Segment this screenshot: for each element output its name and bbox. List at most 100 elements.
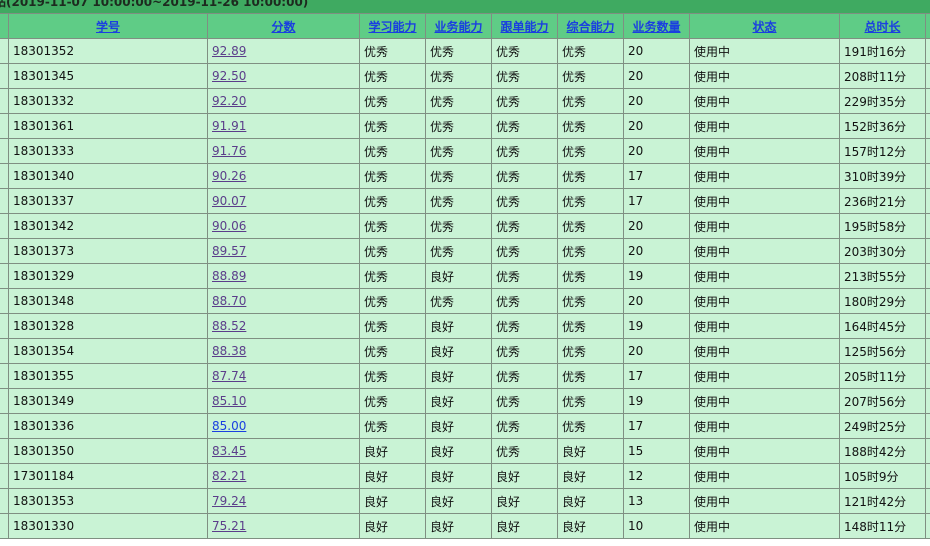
score-link[interactable]: 88.89 [212,269,246,283]
sort-link-study-ability[interactable]: 学习能力 [368,20,416,34]
score-cell[interactable]: 85.10 [207,388,360,414]
score-cell[interactable]: 87.74 [207,363,360,389]
business-ability-cell: 优秀 [425,63,492,89]
status-cell: 使用中 [689,113,840,139]
score-link[interactable]: 92.50 [212,69,246,83]
score-cell[interactable]: 82.21 [207,463,360,489]
follow-ability-cell: 优秀 [491,38,558,64]
business-ability-cell: 良好 [425,488,492,514]
study-ability-cell: 优秀 [359,163,426,189]
status-cell: 使用中 [689,38,840,64]
score-link[interactable]: 85.00 [212,419,246,433]
score-link[interactable]: 88.52 [212,319,246,333]
column-header-study-ability[interactable]: 学习能力 [359,13,426,39]
business-count-cell: 20 [623,288,690,314]
score-cell[interactable]: 89.57 [207,238,360,264]
row-edge-right [925,413,930,439]
score-link[interactable]: 91.91 [212,119,246,133]
total-duration-cell: 125时56分 [839,338,926,364]
score-link[interactable]: 79.24 [212,494,246,508]
score-link[interactable]: 88.38 [212,344,246,358]
sort-link-follow-ability[interactable]: 跟单能力 [500,20,548,34]
score-cell[interactable]: 79.24 [207,488,360,514]
score-cell[interactable]: 88.38 [207,338,360,364]
student-id-cell: 18301329 [8,263,208,289]
column-header-status[interactable]: 状态 [689,13,840,39]
score-link[interactable]: 82.21 [212,469,246,483]
status-cell: 使用中 [689,213,840,239]
score-cell[interactable]: 90.26 [207,163,360,189]
overall-ability-cell: 优秀 [557,38,624,64]
follow-ability-cell: 优秀 [491,263,558,289]
score-cell[interactable]: 91.91 [207,113,360,139]
score-link[interactable]: 92.89 [212,44,246,58]
score-link[interactable]: 90.07 [212,194,246,208]
score-link[interactable]: 91.76 [212,144,246,158]
sort-link-overall-ability[interactable]: 综合能力 [566,20,614,34]
row-edge-left [0,238,9,264]
score-link[interactable]: 89.57 [212,244,246,258]
row-edge-left [0,388,9,414]
study-ability-cell: 优秀 [359,213,426,239]
column-header-student-id[interactable]: 学号 [8,13,208,39]
report-viewport: 站(2019-11-07 10:00:00~2019-11-26 10:00:0… [0,0,930,546]
business-count-cell: 19 [623,313,690,339]
score-cell[interactable]: 85.00 [207,413,360,439]
sort-link-score[interactable]: 分数 [271,20,295,34]
column-header-overall-ability[interactable]: 综合能力 [557,13,624,39]
score-cell[interactable]: 92.50 [207,63,360,89]
row-edge-left [0,188,9,214]
sort-link-business-ability[interactable]: 业务能力 [434,20,482,34]
score-link[interactable]: 87.74 [212,369,246,383]
column-header-score[interactable]: 分数 [207,13,360,39]
business-count-cell: 12 [623,463,690,489]
overall-ability-cell: 优秀 [557,238,624,264]
score-link[interactable]: 90.06 [212,219,246,233]
row-edge-left [0,138,9,164]
score-cell[interactable]: 92.89 [207,38,360,64]
follow-ability-cell: 优秀 [491,63,558,89]
student-id-cell: 18301353 [8,488,208,514]
student-id-cell: 18301361 [8,113,208,139]
column-header-follow-ability[interactable]: 跟单能力 [491,13,558,39]
business-count-cell: 15 [623,438,690,464]
column-header-total-duration[interactable]: 总时长 [839,13,926,39]
status-cell: 使用中 [689,263,840,289]
score-cell[interactable]: 83.45 [207,438,360,464]
score-cell[interactable]: 88.70 [207,288,360,314]
score-cell[interactable]: 88.89 [207,263,360,289]
score-cell[interactable]: 90.06 [207,213,360,239]
study-ability-cell: 优秀 [359,288,426,314]
student-id-cell: 18301349 [8,388,208,414]
sort-link-status[interactable]: 状态 [752,20,776,34]
business-count-cell: 17 [623,413,690,439]
score-cell[interactable]: 88.52 [207,313,360,339]
score-cell[interactable]: 91.76 [207,138,360,164]
score-link[interactable]: 85.10 [212,394,246,408]
follow-ability-cell: 优秀 [491,213,558,239]
table-row: 18301355 87.74 优秀 良好 优秀 优秀 17 使用中 205时11分 [0,363,930,389]
sort-link-total-duration[interactable]: 总时长 [864,20,900,34]
row-edge-left [0,163,9,189]
score-link[interactable]: 83.45 [212,444,246,458]
status-cell: 使用中 [689,438,840,464]
status-cell: 使用中 [689,363,840,389]
student-id-cell: 18301345 [8,63,208,89]
total-duration-cell: 191时16分 [839,38,926,64]
row-edge-left [0,263,9,289]
score-link[interactable]: 75.21 [212,519,246,533]
column-header-business-ability[interactable]: 业务能力 [425,13,492,39]
score-cell[interactable]: 75.21 [207,513,360,539]
sort-link-student-id[interactable]: 学号 [96,20,120,34]
column-header-business-count[interactable]: 业务数量 [623,13,690,39]
business-count-cell: 13 [623,488,690,514]
score-link[interactable]: 88.70 [212,294,246,308]
business-count-cell: 20 [623,213,690,239]
status-cell: 使用中 [689,488,840,514]
score-link[interactable]: 90.26 [212,169,246,183]
score-link[interactable]: 92.20 [212,94,246,108]
sort-link-business-count[interactable]: 业务数量 [632,20,680,34]
score-cell[interactable]: 92.20 [207,88,360,114]
score-cell[interactable]: 90.07 [207,188,360,214]
business-ability-cell: 良好 [425,513,492,539]
